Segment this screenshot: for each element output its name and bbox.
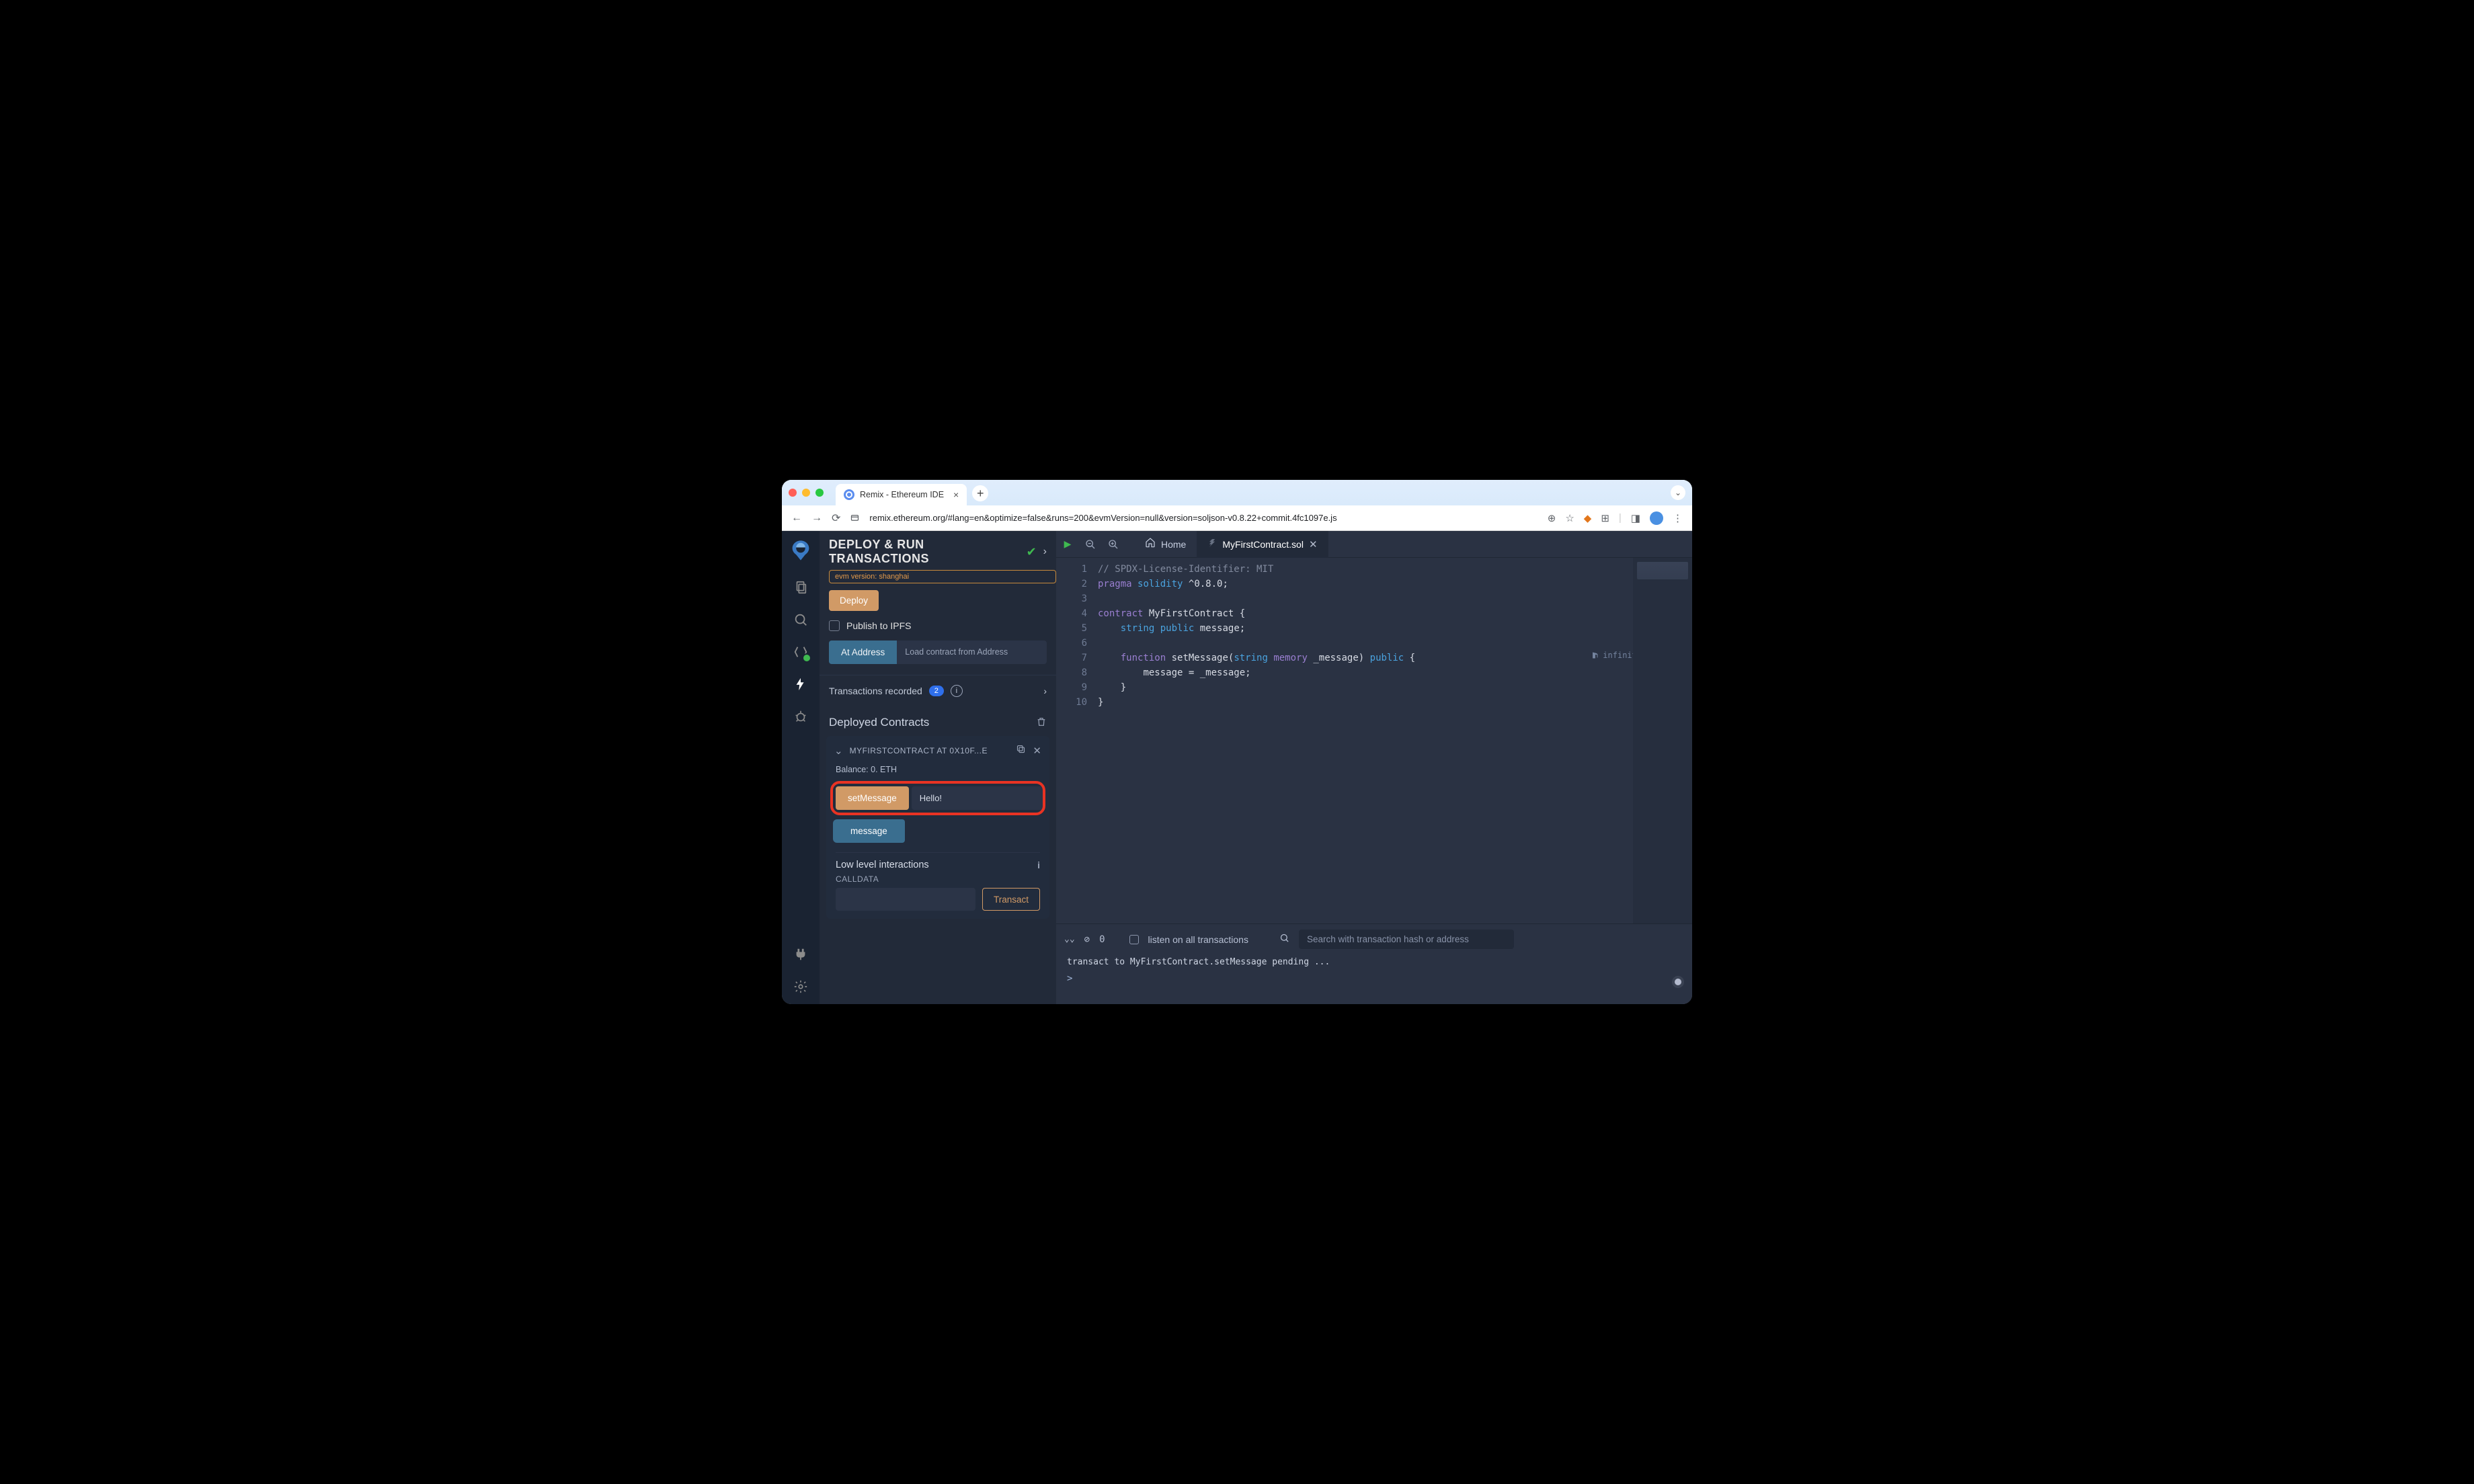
terminal-search-icon[interactable] (1279, 933, 1289, 946)
profile-avatar-icon[interactable] (1650, 511, 1663, 525)
deploy-run-icon[interactable] (793, 676, 809, 692)
close-icon[interactable]: ✕ (1033, 745, 1041, 757)
plugin-manager-icon[interactable] (793, 946, 809, 962)
tab-title: Remix - Ethereum IDE (860, 490, 944, 499)
activity-indicator-icon (1675, 979, 1681, 985)
trash-icon[interactable] (1036, 716, 1047, 729)
status-check-icon: ✔ (1027, 545, 1037, 559)
listen-label: listen on all transactions (1148, 934, 1248, 945)
contract-address-label: MYFIRSTCONTRACT AT 0X10F...E (850, 746, 1010, 755)
evm-version-pill: evm version: shanghai (829, 570, 1056, 583)
at-address-button[interactable]: At Address (829, 641, 897, 664)
close-tab-icon[interactable]: × (953, 489, 959, 500)
kebab-menu-icon[interactable]: ⋮ (1673, 512, 1683, 524)
home-tab-label: Home (1161, 539, 1186, 550)
minimize-window-icon[interactable] (802, 489, 810, 497)
code-content: // SPDX-License-Identifier: MIT pragma s… (1094, 558, 1633, 923)
remix-favicon-icon (844, 489, 854, 500)
chevron-down-icon[interactable]: ⌄ (834, 745, 843, 757)
deploy-button[interactable]: Deploy (829, 590, 879, 611)
code-editor[interactable]: 12345678910 // SPDX-License-Identifier: … (1056, 558, 1692, 923)
balance-label: Balance: 0. ETH (826, 762, 1049, 780)
set-message-button[interactable]: setMessage (836, 786, 909, 810)
compile-success-badge-icon (802, 653, 811, 663)
transactions-recorded-row[interactable]: Transactions recorded 2 i › (820, 675, 1056, 706)
bookmark-icon[interactable]: ☆ (1565, 512, 1574, 524)
panel-expand-icon[interactable]: › (1043, 546, 1047, 558)
toolbar-icons: ⊕ ☆ ◆ ⊞ | ◨ ⋮ (1548, 511, 1683, 525)
sidebar-toggle-icon[interactable]: ◨ (1631, 512, 1640, 524)
set-message-input[interactable] (912, 786, 1043, 810)
nav-reload-icon[interactable]: ⟳ (832, 511, 840, 525)
panel-title: DEPLOY & RUN TRANSACTIONS (829, 538, 1020, 566)
deployed-contract-card: ⌄ MYFIRSTCONTRACT AT 0X10F...E ✕ Balance… (826, 736, 1049, 919)
metamask-extension-icon[interactable]: ◆ (1584, 512, 1592, 524)
debugger-icon[interactable] (793, 708, 809, 725)
message-getter-button[interactable]: message (833, 819, 905, 843)
info-icon[interactable]: i (951, 685, 963, 697)
search-icon[interactable] (793, 612, 809, 628)
home-icon (1145, 537, 1156, 551)
browser-window: Remix - Ethereum IDE × + ⌄ ← → ⟳ remix.e… (782, 480, 1692, 1004)
compiler-icon[interactable] (793, 644, 809, 660)
info-icon[interactable]: i (1037, 860, 1040, 870)
browser-tab-remix[interactable]: Remix - Ethereum IDE × (836, 484, 967, 505)
remix-logo-icon[interactable] (788, 538, 813, 563)
collapse-terminal-icon[interactable]: ⌄⌄ (1064, 934, 1075, 944)
pending-tx-count: 0 (1099, 934, 1105, 945)
zoom-icon[interactable]: ⊕ (1548, 512, 1556, 524)
publish-ipfs-checkbox[interactable] (829, 620, 840, 631)
publish-ipfs-label: Publish to IPFS (846, 620, 912, 631)
nav-forward-icon[interactable]: → (811, 512, 822, 524)
icon-rail (782, 531, 820, 1004)
chevron-right-icon: › (1043, 686, 1047, 696)
maximize-window-icon[interactable] (815, 489, 824, 497)
at-address-input[interactable]: Load contract from Address (897, 641, 1047, 664)
extensions-icon[interactable]: ⊞ (1601, 512, 1609, 524)
low-level-interactions-title: Low level interactions (836, 860, 929, 870)
file-explorer-icon[interactable] (793, 579, 809, 595)
tab-myfirstcontract[interactable]: MyFirstContract.sol ✕ (1197, 531, 1328, 558)
deploy-run-panel: DEPLOY & RUN TRANSACTIONS ✔ › evm versio… (820, 531, 1056, 1004)
browser-address-bar: ← → ⟳ remix.ethereum.org/#lang=en&optimi… (782, 505, 1692, 531)
deployed-contracts-title: Deployed Contracts (829, 716, 929, 729)
divider (836, 852, 1040, 853)
calldata-label: CALLDATA (826, 870, 1049, 888)
editor-toolbar: ▶ Home MyFirstCo (1056, 531, 1692, 558)
calldata-input[interactable] (836, 888, 975, 911)
zoom-in-icon[interactable] (1102, 539, 1125, 550)
window-controls (789, 489, 824, 497)
remix-app: DEPLOY & RUN TRANSACTIONS ✔ › evm versio… (782, 531, 1692, 1004)
divider: | (1619, 512, 1622, 524)
tabs-dropdown-icon[interactable]: ⌄ (1671, 485, 1685, 500)
listen-checkbox[interactable] (1129, 935, 1139, 944)
file-tab-label: MyFirstContract.sol (1222, 539, 1304, 550)
at-address-row: At Address Load contract from Address (829, 641, 1047, 664)
solidity-file-icon (1207, 538, 1217, 550)
set-message-row: setMessage ⌄ (833, 784, 1043, 813)
run-script-icon[interactable]: ▶ (1056, 538, 1079, 550)
nav-back-icon[interactable]: ← (791, 512, 802, 524)
transact-button[interactable]: Transact (982, 888, 1040, 911)
clear-terminal-icon[interactable]: ⊘ (1084, 934, 1090, 945)
copy-icon[interactable] (1016, 744, 1026, 757)
close-file-tab-icon[interactable]: ✕ (1309, 538, 1318, 550)
editor-area: ▶ Home MyFirstCo (1056, 531, 1692, 1004)
terminal-prompt[interactable]: > (1056, 971, 1692, 991)
url-field[interactable]: remix.ethereum.org/#lang=en&optimize=fal… (869, 513, 1538, 523)
browser-tabstrip: Remix - Ethereum IDE × + ⌄ (782, 480, 1692, 505)
new-tab-button[interactable]: + (972, 485, 988, 501)
site-info-icon[interactable] (850, 513, 860, 523)
terminal-output: transact to MyFirstContract.setMessage p… (1056, 954, 1692, 971)
close-window-icon[interactable] (789, 489, 797, 497)
tx-count-badge: 2 (929, 686, 944, 696)
tx-recorded-label: Transactions recorded (829, 686, 922, 696)
minimap[interactable] (1633, 558, 1692, 923)
line-gutter: 12345678910 (1056, 558, 1094, 923)
tab-home[interactable]: Home (1134, 531, 1197, 558)
terminal: ⌄⌄ ⊘ 0 listen on all transactions Search… (1056, 923, 1692, 1004)
terminal-search-input[interactable]: Search with transaction hash or address (1299, 930, 1514, 949)
settings-icon[interactable] (793, 979, 809, 995)
zoom-out-icon[interactable] (1079, 539, 1102, 550)
